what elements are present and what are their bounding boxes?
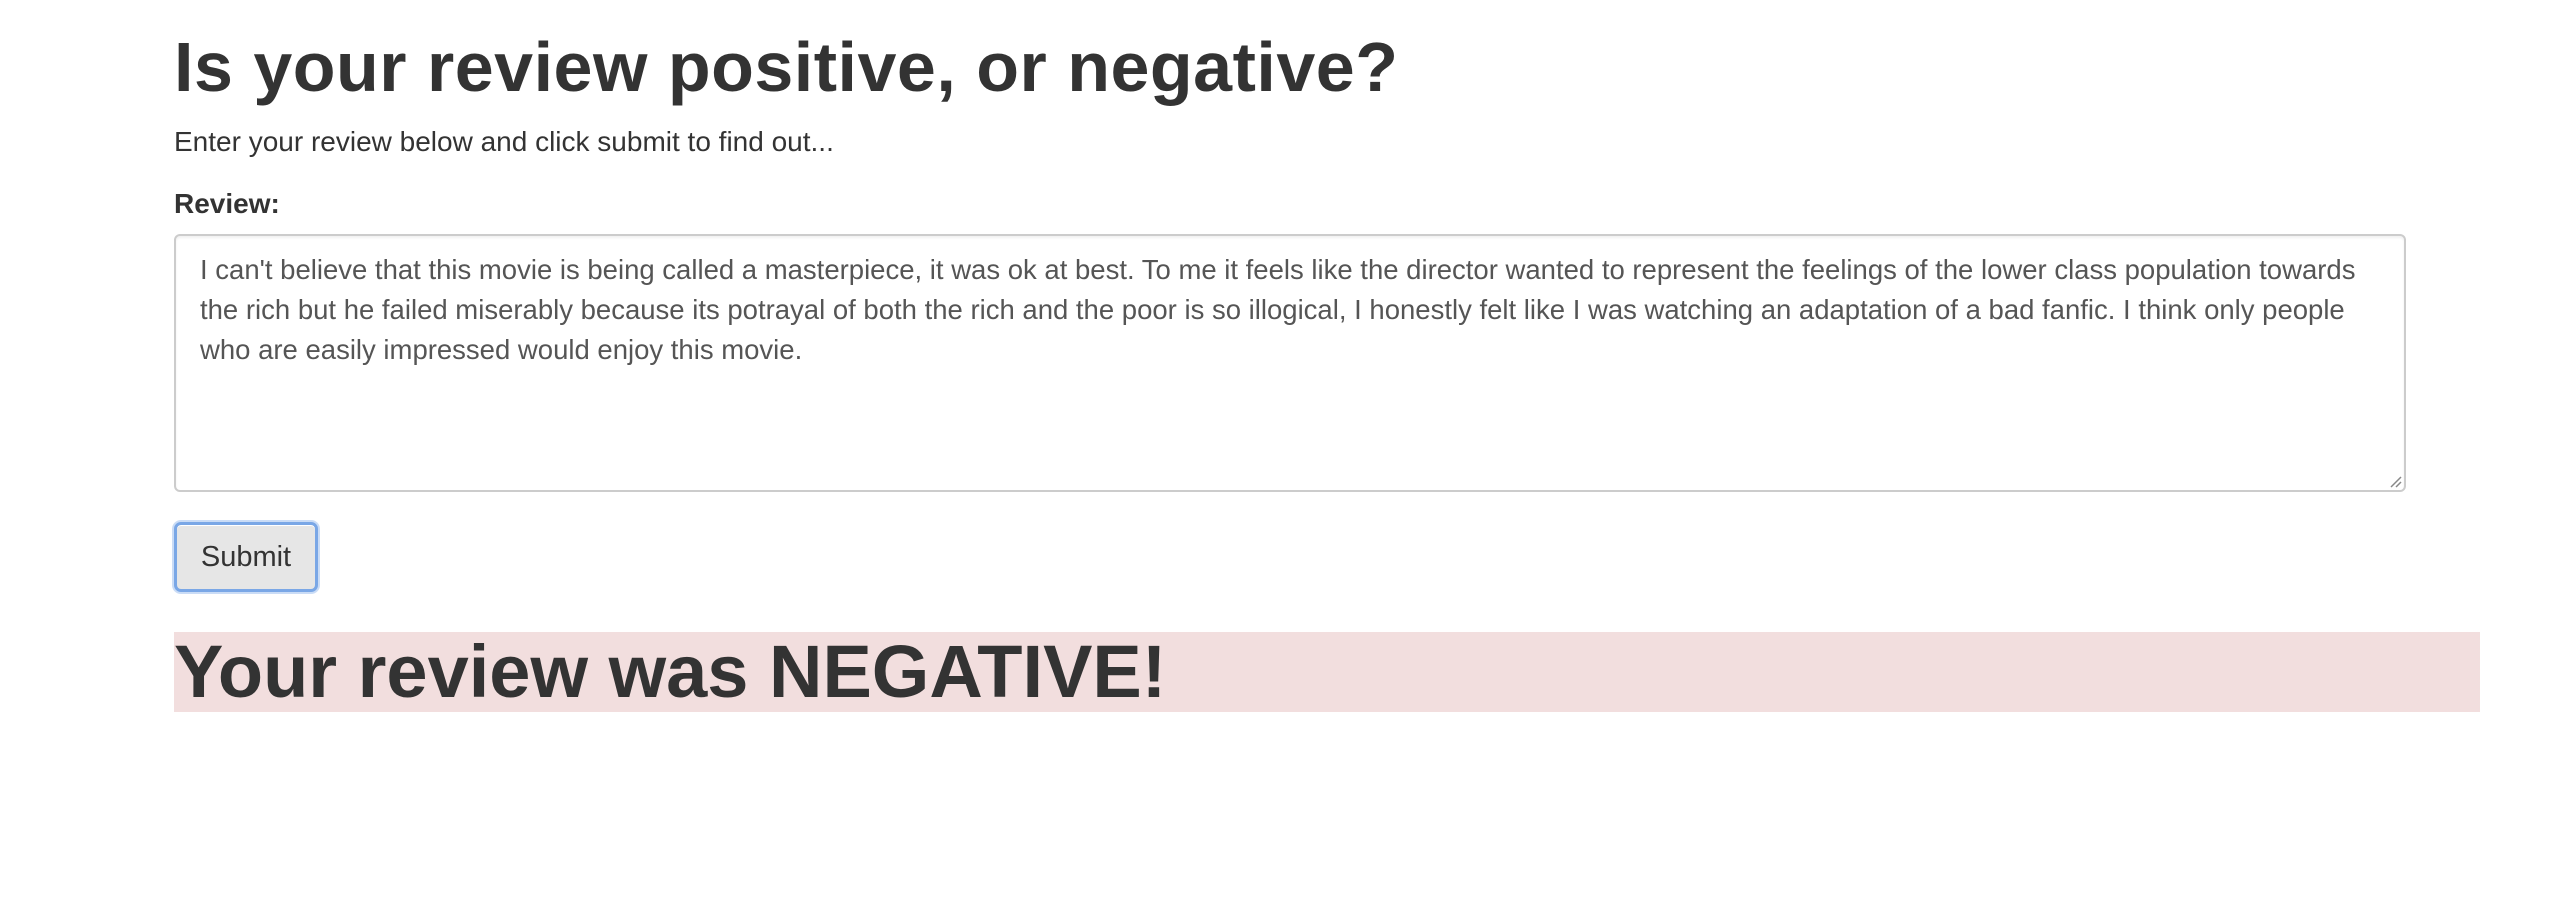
review-label: Review: — [174, 188, 280, 219]
review-textarea-frame — [174, 234, 2406, 492]
result-banner: Your review was NEGATIVE! — [174, 632, 2480, 712]
page-title: Is your review positive, or negative? — [174, 28, 1399, 106]
result-text: Your review was NEGATIVE! — [174, 630, 1167, 713]
review-textarea[interactable] — [176, 236, 2404, 490]
submit-button[interactable]: Submit — [174, 522, 318, 592]
resize-handle-icon[interactable] — [2386, 472, 2402, 488]
intro-text: Enter your review below and click submit… — [174, 126, 834, 157]
